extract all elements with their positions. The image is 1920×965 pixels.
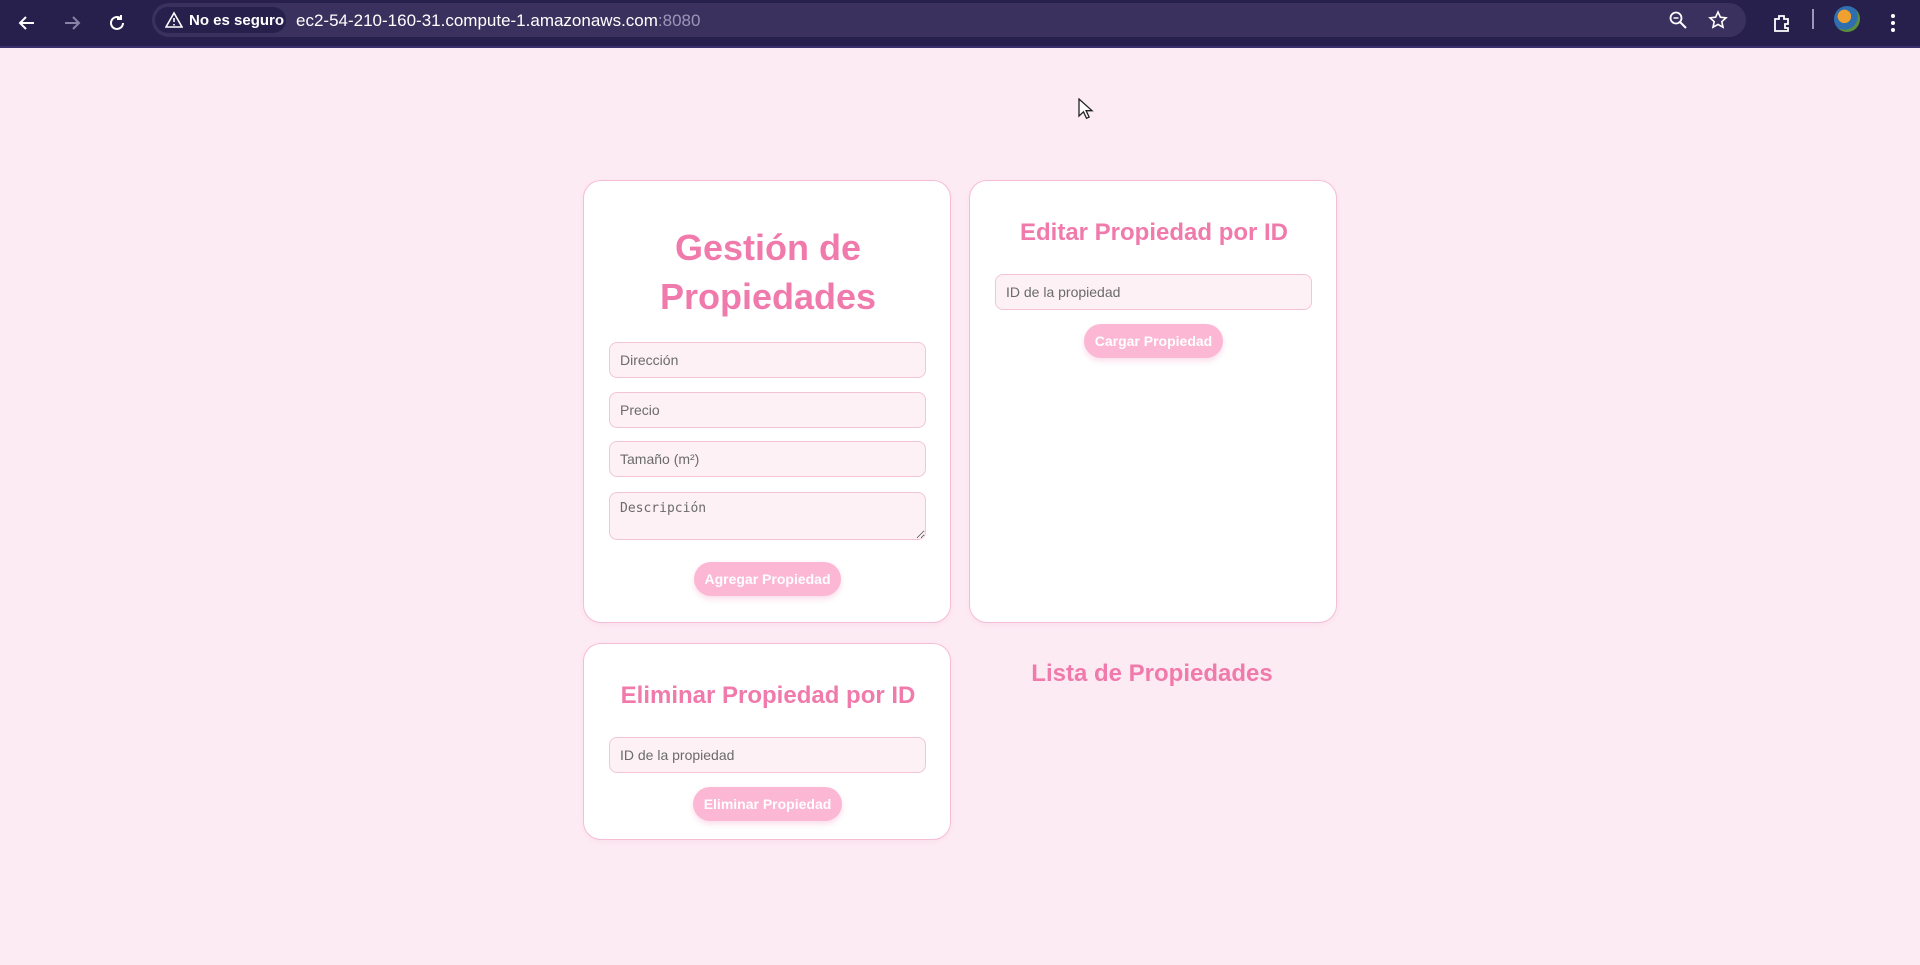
zoom-icon[interactable] <box>1666 8 1690 32</box>
address-bar[interactable]: No es seguro ec2-54-210-160-31.compute-1… <box>152 3 1746 37</box>
delete-property-button[interactable]: Eliminar Propiedad <box>693 787 842 821</box>
forward-arrow-icon[interactable] <box>55 6 89 40</box>
back-arrow-icon[interactable] <box>10 6 44 40</box>
page-title: Gestión de Propiedades <box>659 227 877 317</box>
size-input[interactable] <box>609 441 926 477</box>
address-input[interactable] <box>609 342 926 378</box>
url-text[interactable]: ec2-54-210-160-31.compute-1.amazonaws.co… <box>296 11 700 31</box>
load-property-button[interactable]: Cargar Propiedad <box>1084 324 1223 358</box>
security-label: No es seguro <box>189 11 285 29</box>
delete-property-card: Eliminar Propiedad por ID Eliminar Propi… <box>583 643 951 840</box>
star-icon[interactable] <box>1706 8 1730 32</box>
warning-icon <box>165 11 183 28</box>
delete-id-input[interactable] <box>609 737 926 773</box>
add-property-card: Gestión de Propiedades Agregar Propiedad <box>583 180 951 623</box>
edit-card-title: Editar Propiedad por ID <box>1019 219 1289 246</box>
toolbar-separator <box>1812 9 1814 29</box>
add-property-button[interactable]: Agregar Propiedad <box>694 562 841 596</box>
extensions-icon[interactable] <box>1765 6 1799 40</box>
description-textarea[interactable] <box>609 492 926 540</box>
menu-icon[interactable] <box>1876 6 1910 40</box>
profile-avatar[interactable] <box>1834 6 1860 32</box>
price-input[interactable] <box>609 392 926 428</box>
url-host: ec2-54-210-160-31.compute-1.amazonaws.co… <box>296 11 658 30</box>
edit-id-input[interactable] <box>995 274 1312 310</box>
edit-property-card: Editar Propiedad por ID Cargar Propiedad <box>969 180 1337 623</box>
mouse-cursor-icon <box>1078 98 1094 120</box>
security-indicator[interactable]: No es seguro <box>155 7 286 33</box>
property-list-title: Lista de Propiedades <box>1031 660 1273 687</box>
url-port: :8080 <box>657 11 701 30</box>
delete-card-title: Eliminar Propiedad por ID <box>620 682 916 709</box>
reload-icon[interactable] <box>100 6 134 40</box>
browser-toolbar: No es seguro ec2-54-210-160-31.compute-1… <box>0 0 1920 48</box>
